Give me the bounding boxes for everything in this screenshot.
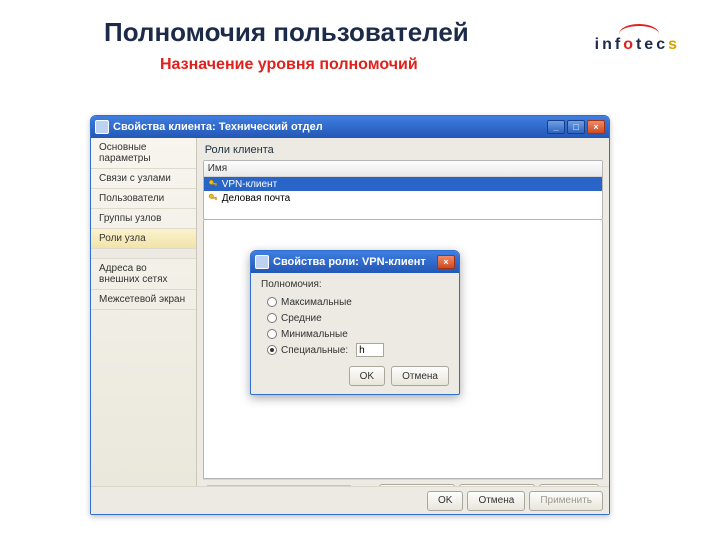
list-item-label: Деловая почта	[222, 193, 290, 204]
dialog-title: Свойства роли: VPN-клиент	[273, 256, 426, 268]
window-titlebar[interactable]: Свойства клиента: Технический отдел _ □ …	[91, 116, 609, 138]
key-icon	[208, 193, 218, 203]
sidebar-item-users[interactable]: Пользователи	[91, 189, 196, 209]
roles-listbox[interactable]: Имя VPN-клиент Деловая почта	[203, 160, 603, 220]
sidebar-item-node-roles[interactable]: Роли узла	[91, 229, 196, 249]
brand-logo: infotecs	[595, 24, 680, 54]
close-button[interactable]: ×	[437, 255, 455, 269]
minimize-button[interactable]: _	[547, 120, 565, 134]
sidebar-item-ext-addresses[interactable]: Адреса во внешних сетях	[91, 259, 196, 290]
radio-label: Средние	[281, 313, 322, 324]
cancel-button[interactable]: Отмена	[391, 366, 449, 386]
list-item[interactable]: Деловая почта	[204, 191, 602, 205]
ok-button[interactable]: OK	[349, 366, 385, 386]
app-icon	[255, 255, 269, 269]
window-footer: OK Отмена Применить	[91, 486, 609, 514]
list-item[interactable]: VPN-клиент	[204, 177, 602, 191]
radio-icon[interactable]	[267, 313, 277, 323]
radio-option-max[interactable]: Максимальные	[267, 294, 449, 310]
list-item-label: VPN-клиент	[222, 179, 277, 190]
radio-option-special[interactable]: Специальные:	[267, 342, 449, 358]
sidebar-item-node-links[interactable]: Связи с узлами	[91, 169, 196, 189]
app-icon	[95, 120, 109, 134]
ok-button[interactable]: OK	[427, 491, 463, 511]
radio-option-min[interactable]: Минимальные	[267, 326, 449, 342]
logo-arc-icon	[619, 24, 659, 34]
maximize-button[interactable]: □	[567, 120, 585, 134]
sidebar-item-firewall[interactable]: Межсетевой экран	[91, 290, 196, 310]
sidebar: Основные параметры Связи с узлами Пользо…	[91, 138, 197, 514]
sidebar-item-node-groups[interactable]: Группы узлов	[91, 209, 196, 229]
window-title: Свойства клиента: Технический отдел	[113, 121, 323, 133]
dialog-titlebar[interactable]: Свойства роли: VPN-клиент ×	[251, 251, 459, 273]
cancel-button[interactable]: Отмена	[467, 491, 525, 511]
radio-label: Минимальные	[281, 329, 348, 340]
radio-label: Максимальные	[281, 297, 352, 308]
radio-icon[interactable]	[267, 329, 277, 339]
page-title: Полномочия пользователей	[104, 18, 469, 48]
page-subtitle: Назначение уровня полномочий	[160, 55, 418, 74]
sidebar-item-main-params[interactable]: Основные параметры	[91, 138, 196, 169]
roles-panel-label: Роли клиента	[205, 144, 603, 156]
special-value-input[interactable]	[356, 343, 384, 357]
close-button[interactable]: ×	[587, 120, 605, 134]
sidebar-gap	[91, 249, 196, 259]
radio-icon[interactable]	[267, 297, 277, 307]
role-properties-dialog: Свойства роли: VPN-клиент × Полномочия: …	[250, 250, 460, 395]
radio-option-medium[interactable]: Средние	[267, 310, 449, 326]
key-icon	[208, 179, 218, 189]
radio-label: Специальные:	[281, 345, 348, 356]
permissions-label: Полномочия:	[261, 279, 449, 290]
radio-icon[interactable]	[267, 345, 277, 355]
roles-list-header[interactable]: Имя	[204, 161, 602, 177]
apply-button[interactable]: Применить	[529, 491, 603, 511]
